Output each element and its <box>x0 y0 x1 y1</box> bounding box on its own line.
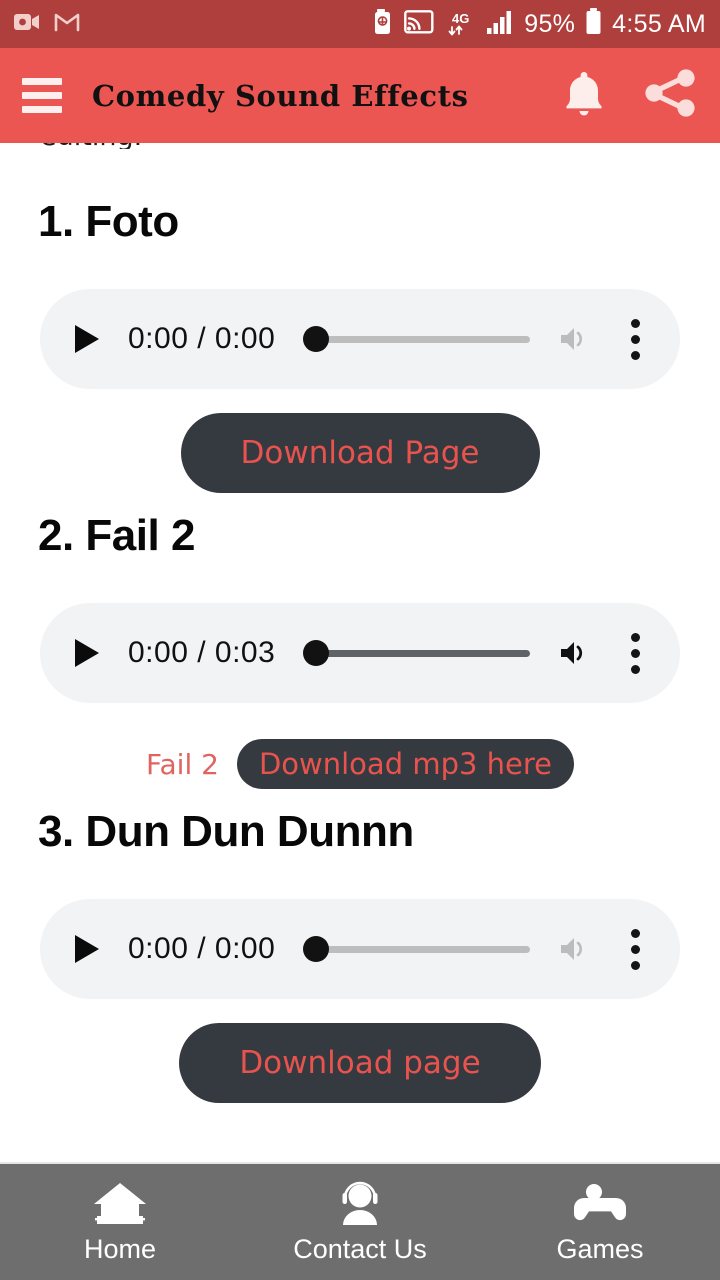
battery-saver-icon <box>374 8 394 40</box>
kebab-dot <box>630 648 640 658</box>
download-row-2: Fail 2 Download mp3 here <box>0 739 720 789</box>
play-arrow-icon <box>75 935 99 963</box>
download-mp3-button[interactable]: Download mp3 here <box>236 739 574 789</box>
play-button[interactable] <box>70 935 104 963</box>
section-title-3: 3. Dun Dun Dunnn <box>38 807 414 856</box>
hamburger-menu-icon[interactable] <box>22 78 62 113</box>
cast-icon <box>404 9 434 39</box>
clock-label: 4:55 AM <box>612 9 706 38</box>
download-page-button-3[interactable]: Download page <box>179 1023 541 1103</box>
kebab-dot <box>630 928 640 938</box>
bell-icon[interactable] <box>560 66 608 125</box>
status-bar: 4G 95% 4:55 AM <box>0 0 720 48</box>
kebab-dot <box>630 632 640 642</box>
nav-item-contact-us[interactable]: Contact Us <box>240 1180 480 1265</box>
gamepad-icon <box>568 1180 632 1228</box>
battery-percent-label: 95% <box>524 9 576 38</box>
audio-player-2[interactable]: 0:00 / 0:03 <box>40 603 680 703</box>
intro-paragraph-clipped: editing. <box>0 143 720 149</box>
audio-player-3[interactable]: 0:00 / 0:00 <box>40 899 680 999</box>
seek-slider[interactable] <box>303 640 530 666</box>
volume-icon[interactable] <box>556 638 596 668</box>
play-button[interactable] <box>70 325 104 353</box>
nav-item-home[interactable]: Home <box>0 1180 240 1265</box>
play-arrow-icon <box>75 325 99 353</box>
app-bar: Comedy Sound Effects <box>0 48 720 143</box>
download-page-button-1[interactable]: Download Page <box>180 413 540 493</box>
seek-slider[interactable] <box>303 326 530 352</box>
download-row-3: Download page <box>0 1023 720 1103</box>
seek-track <box>316 335 530 343</box>
kebab-dot <box>630 960 640 970</box>
track-name-label: Fail 2 <box>145 747 219 781</box>
status-bar-left-icons <box>14 11 80 37</box>
gmail-icon <box>54 11 80 37</box>
section-title-1: 1. Foto <box>38 197 179 246</box>
seek-slider[interactable] <box>303 936 530 962</box>
more-options-icon[interactable] <box>620 928 650 970</box>
status-bar-right-icons: 4G 95% 4:55 AM <box>374 8 706 40</box>
play-button[interactable] <box>70 639 104 667</box>
audio-player-1[interactable]: 0:00 / 0:00 <box>40 289 680 389</box>
time-display: 0:00 / 0:03 <box>128 636 276 669</box>
network-type-4g-icon: 4G <box>444 11 476 37</box>
nav-label-games: Games <box>556 1233 644 1264</box>
signal-bars-icon <box>486 9 514 40</box>
battery-icon <box>585 8 602 40</box>
main-content: editing. 1. Foto 0:00 / 0:00 Download Pa… <box>0 143 720 1162</box>
volume-icon[interactable] <box>556 324 596 354</box>
headset-person-icon <box>332 1180 388 1228</box>
time-display: 0:00 / 0:00 <box>128 932 276 965</box>
seek-track <box>316 649 530 657</box>
kebab-dot <box>630 664 640 674</box>
seek-knob[interactable] <box>303 936 330 962</box>
download-row-1: Download Page <box>0 413 720 493</box>
section-title-2: 2. Fail 2 <box>38 511 195 560</box>
seek-track <box>316 945 530 953</box>
svg-text:4G: 4G <box>452 11 469 26</box>
page-title: Comedy Sound Effects <box>92 78 469 113</box>
kebab-dot <box>630 334 640 344</box>
more-options-icon[interactable] <box>620 632 650 674</box>
home-icon <box>89 1180 151 1228</box>
share-icon[interactable] <box>642 66 698 125</box>
kebab-dot <box>630 318 640 328</box>
app-bar-actions <box>560 66 698 125</box>
seek-knob[interactable] <box>303 640 330 666</box>
kebab-dot <box>630 944 640 954</box>
time-display: 0:00 / 0:00 <box>128 322 276 355</box>
video-camera-icon <box>14 12 40 37</box>
play-arrow-icon <box>75 639 99 667</box>
seek-knob[interactable] <box>303 326 330 352</box>
volume-icon[interactable] <box>556 934 596 964</box>
hamburger-bar <box>22 92 62 99</box>
bottom-navigation-bar: Home Contact Us Games <box>0 1162 720 1280</box>
nav-label-contact-us: Contact Us <box>293 1233 427 1264</box>
hamburger-bar <box>22 106 62 113</box>
nav-item-games[interactable]: Games <box>480 1180 720 1265</box>
kebab-dot <box>630 350 640 360</box>
nav-label-home: Home <box>83 1233 157 1264</box>
hamburger-bar <box>22 78 62 85</box>
more-options-icon[interactable] <box>620 318 650 360</box>
